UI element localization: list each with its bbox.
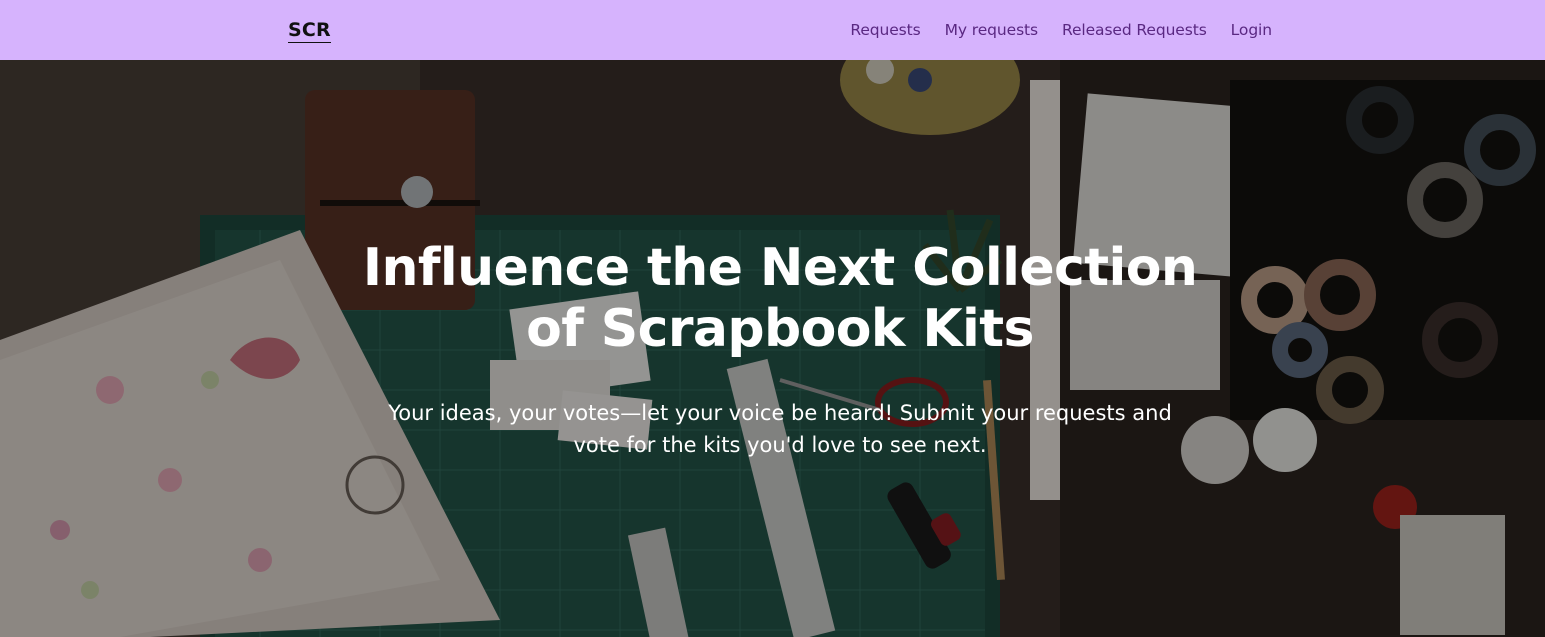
hero-title-line-1: Influence the Next Collection: [362, 238, 1198, 298]
nav-link-requests[interactable]: Requests: [850, 20, 920, 40]
hero-subtitle-line-2: vote for the kits you'd love to see next…: [573, 433, 987, 457]
brand-logo-link[interactable]: SCR: [288, 18, 331, 43]
hero-subtitle-line-1: Your ideas, your votes—let your voice be…: [388, 401, 1172, 425]
top-navbar: SCR Requests My requests Released Reques…: [0, 0, 1545, 60]
nav-links: Requests My requests Released Requests L…: [850, 20, 1272, 40]
hero-section: Influence the Next Collection of Scrapbo…: [0, 60, 1545, 637]
hero-subtitle: Your ideas, your votes—let your voice be…: [380, 397, 1180, 461]
nav-link-my-requests[interactable]: My requests: [945, 20, 1038, 40]
nav-link-released-requests[interactable]: Released Requests: [1062, 20, 1207, 40]
hero-title-line-2: of Scrapbook Kits: [526, 299, 1034, 359]
nav-link-login[interactable]: Login: [1231, 20, 1272, 40]
hero-title: Influence the Next Collection of Scrapbo…: [340, 238, 1220, 360]
